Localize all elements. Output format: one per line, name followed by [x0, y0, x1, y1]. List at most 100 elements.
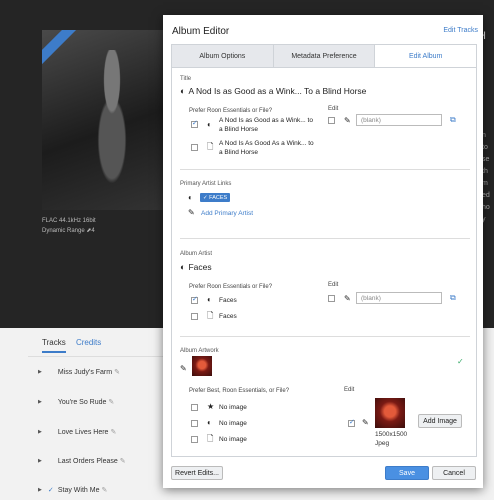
track-row[interactable]: ▶ ✓ Stay With Me ✎ [38, 486, 107, 495]
current-title-text: A Nod Is as Good as a Wink... To a Blind… [188, 86, 367, 96]
title-option-1: A Nod Is as Good as a Wink... to a Blind… [219, 117, 313, 133]
divider [28, 356, 163, 357]
tab-tracks[interactable]: Tracks [42, 338, 66, 353]
artist-option-1-checkbox[interactable] [191, 295, 198, 304]
title-option-2: A Nod Is As Good As a Wink... to a Blind… [219, 140, 314, 156]
check-icon: ✓ [203, 194, 208, 201]
track-row[interactable]: ▶ You're So Rude ✎ [38, 398, 114, 407]
dynamic-range: Dynamic Range ⬈4 [42, 228, 95, 234]
artist-edit-input[interactable]: (blank) [356, 292, 442, 304]
edit-album-panel: Title ◐ A Nod Is as Good as a Wink... To… [171, 67, 477, 457]
play-icon[interactable]: ▶ [38, 429, 42, 435]
artwork-option-1: No image [219, 404, 247, 411]
add-image-button[interactable]: Add Image [418, 414, 462, 428]
current-album-artist-text: Faces [188, 262, 212, 272]
divider [180, 238, 470, 239]
artwork-size: 1500x1500 [375, 431, 408, 438]
play-icon[interactable]: ▶ [38, 487, 42, 493]
file-icon: 🗋 [207, 311, 214, 320]
album-cover [42, 30, 167, 210]
copy-icon[interactable]: ⧉ [450, 293, 456, 303]
track-title: Last Orders Please [57, 457, 118, 465]
title-edit-checkbox[interactable] [328, 117, 335, 124]
edited-artwork [375, 398, 405, 428]
artwork-info: 1500x1500 Jpeg [375, 430, 407, 448]
artist-option-2-checkbox[interactable] [191, 313, 198, 320]
prefer-label: Prefer Roon Essentials or File? [189, 284, 273, 290]
artwork-edit-checkbox[interactable] [348, 418, 355, 427]
artwork-type: Jpeg [375, 440, 390, 447]
current-title: ◐ A Nod Is as Good as a Wink... To a Bli… [180, 86, 366, 96]
title-option-1-checkbox[interactable] [191, 119, 198, 128]
tab-metadata-preference[interactable]: Metadata Preference [273, 45, 376, 67]
copy-icon[interactable]: ⧉ [450, 115, 456, 125]
artwork-option-2-checkbox[interactable] [191, 420, 198, 427]
half-circle-icon: ◐ [207, 120, 212, 129]
pencil-icon: ✎ [180, 364, 187, 373]
cancel-button[interactable]: Cancel [432, 466, 476, 480]
title-label: Title [180, 76, 192, 82]
tab-edit-album[interactable]: Edit Album [375, 45, 477, 67]
current-artwork [192, 356, 212, 376]
prefer-label: Prefer Best, Roon Essentials, or File? [189, 388, 290, 394]
track-row[interactable]: ▶ Last Orders Please ✎ [38, 457, 126, 466]
save-button[interactable]: Save [385, 466, 429, 480]
track-row[interactable]: ▶ Miss Judy's Farm ✎ [38, 368, 120, 377]
artist-option-1: Faces [219, 297, 237, 304]
edit-icon[interactable]: ✎ [110, 428, 116, 436]
dialog-title: Album Editor [172, 26, 230, 37]
play-icon[interactable]: ▶ [38, 369, 42, 375]
tab-credits[interactable]: Credits [76, 338, 101, 347]
editor-tabs: Album Options Metadata Preference Edit A… [171, 44, 477, 67]
edit-label: Edit [328, 282, 339, 288]
artwork-option-2: No image [219, 420, 247, 427]
pencil-icon: ✎ [188, 208, 195, 217]
edit-label: Edit [328, 106, 339, 112]
track-title: Love Lives Here [57, 428, 109, 436]
edit-icon[interactable]: ✎ [114, 368, 120, 376]
artwork-option-3-checkbox[interactable] [191, 436, 198, 443]
check-icon: ✓ [457, 357, 464, 366]
star-icon: ★ [207, 402, 215, 411]
artwork-option-1-checkbox[interactable] [191, 404, 198, 411]
edit-icon[interactable]: ✎ [120, 457, 126, 465]
add-primary-artist-link[interactable]: Add Primary Artist [201, 210, 253, 217]
cover-figure [82, 50, 142, 200]
prefer-label: Prefer Roon Essentials or File? [189, 108, 273, 114]
artist-edit-checkbox[interactable] [328, 295, 335, 302]
artist-chip[interactable]: ✓ FACES [200, 193, 231, 202]
artwork-option-3: No image [219, 436, 247, 443]
play-icon[interactable]: ▶ [38, 399, 42, 405]
revert-edits-button[interactable]: Revert Edits... [171, 466, 223, 480]
pencil-icon: ✎ [344, 294, 351, 303]
chip-label: FACES [209, 194, 228, 201]
current-album-artist: ◐ Faces [180, 262, 212, 272]
format-text: FLAC 44.1kHz 16bit [42, 218, 96, 224]
edit-tracks-link[interactable]: Edit Tracks [443, 27, 478, 34]
half-circle-icon: ◐ [207, 295, 212, 304]
edit-label: Edit [344, 387, 355, 393]
edit-icon[interactable]: ✎ [101, 486, 107, 494]
pencil-icon: ✎ [362, 418, 369, 427]
check-icon[interactable]: ✓ [48, 486, 58, 494]
file-icon: 🗋 [207, 142, 214, 151]
bio-text-fragment: n to se th m ed ho y [482, 132, 490, 223]
divider [180, 336, 470, 337]
artist-option-2: Faces [219, 313, 237, 320]
corner-ribbon [42, 30, 83, 66]
edit-icon[interactable]: ✎ [108, 398, 114, 406]
track-row[interactable]: ▶ Love Lives Here ✎ [38, 428, 116, 437]
artist-links-label: Primary Artist Links [180, 181, 232, 187]
tracks-tabs: Tracks Credits [42, 338, 109, 353]
title-option-2-checkbox[interactable] [191, 144, 198, 151]
pencil-icon: ✎ [344, 116, 351, 125]
file-icon: 🗋 [207, 434, 214, 443]
artwork-label: Album Artwork [180, 348, 219, 354]
half-circle-icon: ◐ [207, 418, 212, 427]
divider [180, 169, 470, 170]
title-edit-input[interactable]: (blank) [356, 114, 442, 126]
tab-album-options[interactable]: Album Options [172, 45, 274, 67]
play-icon[interactable]: ▶ [38, 458, 42, 464]
half-circle-icon: ◐ [188, 193, 193, 202]
track-title: Miss Judy's Farm [57, 368, 113, 376]
